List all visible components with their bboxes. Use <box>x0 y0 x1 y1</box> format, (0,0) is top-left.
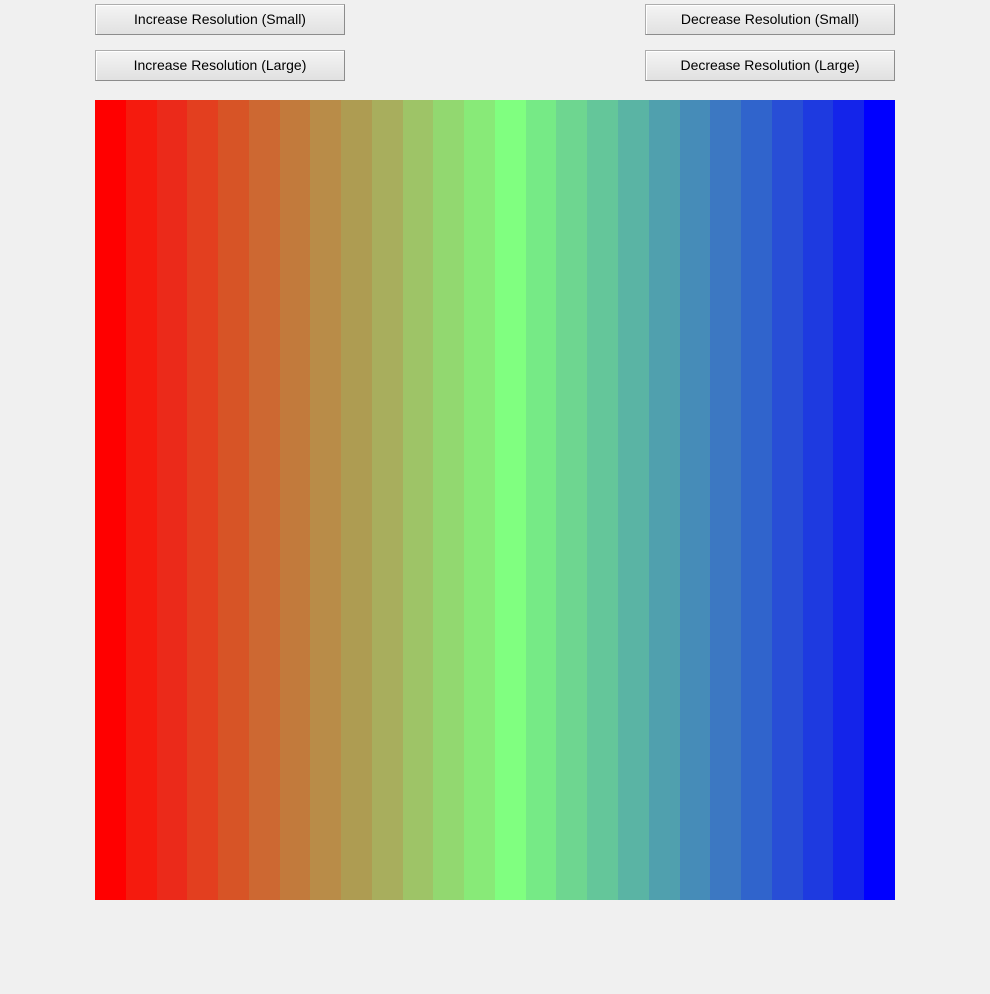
decrease-resolution-large-button[interactable]: Decrease Resolution (Large) <box>645 50 895 81</box>
gradient-canvas <box>95 100 895 900</box>
color-stripe <box>741 100 772 900</box>
color-stripe <box>556 100 588 900</box>
color-stripe <box>587 100 619 900</box>
color-stripe <box>864 100 895 900</box>
color-stripe <box>433 100 465 900</box>
color-stripe <box>125 100 157 900</box>
color-stripe <box>833 100 865 900</box>
app-window: Increase Resolution (Small) Decrease Res… <box>0 0 990 994</box>
color-stripe <box>710 100 742 900</box>
decrease-resolution-small-button[interactable]: Decrease Resolution (Small) <box>645 4 895 35</box>
color-stripe <box>802 100 834 900</box>
color-stripe <box>494 100 526 900</box>
color-stripe <box>95 100 126 900</box>
increase-resolution-small-button[interactable]: Increase Resolution (Small) <box>95 4 345 35</box>
color-stripe <box>402 100 434 900</box>
color-stripe <box>187 100 219 900</box>
color-stripe <box>618 100 649 900</box>
color-stripe <box>679 100 711 900</box>
color-stripe <box>341 100 372 900</box>
color-stripe <box>525 100 557 900</box>
color-stripe <box>218 100 249 900</box>
color-stripe <box>310 100 342 900</box>
color-stripe <box>464 100 495 900</box>
color-stripe <box>248 100 280 900</box>
color-stripe <box>648 100 680 900</box>
color-stripe <box>279 100 311 900</box>
increase-resolution-large-button[interactable]: Increase Resolution (Large) <box>95 50 345 81</box>
color-stripe <box>156 100 188 900</box>
color-stripe <box>371 100 403 900</box>
color-stripe <box>771 100 803 900</box>
